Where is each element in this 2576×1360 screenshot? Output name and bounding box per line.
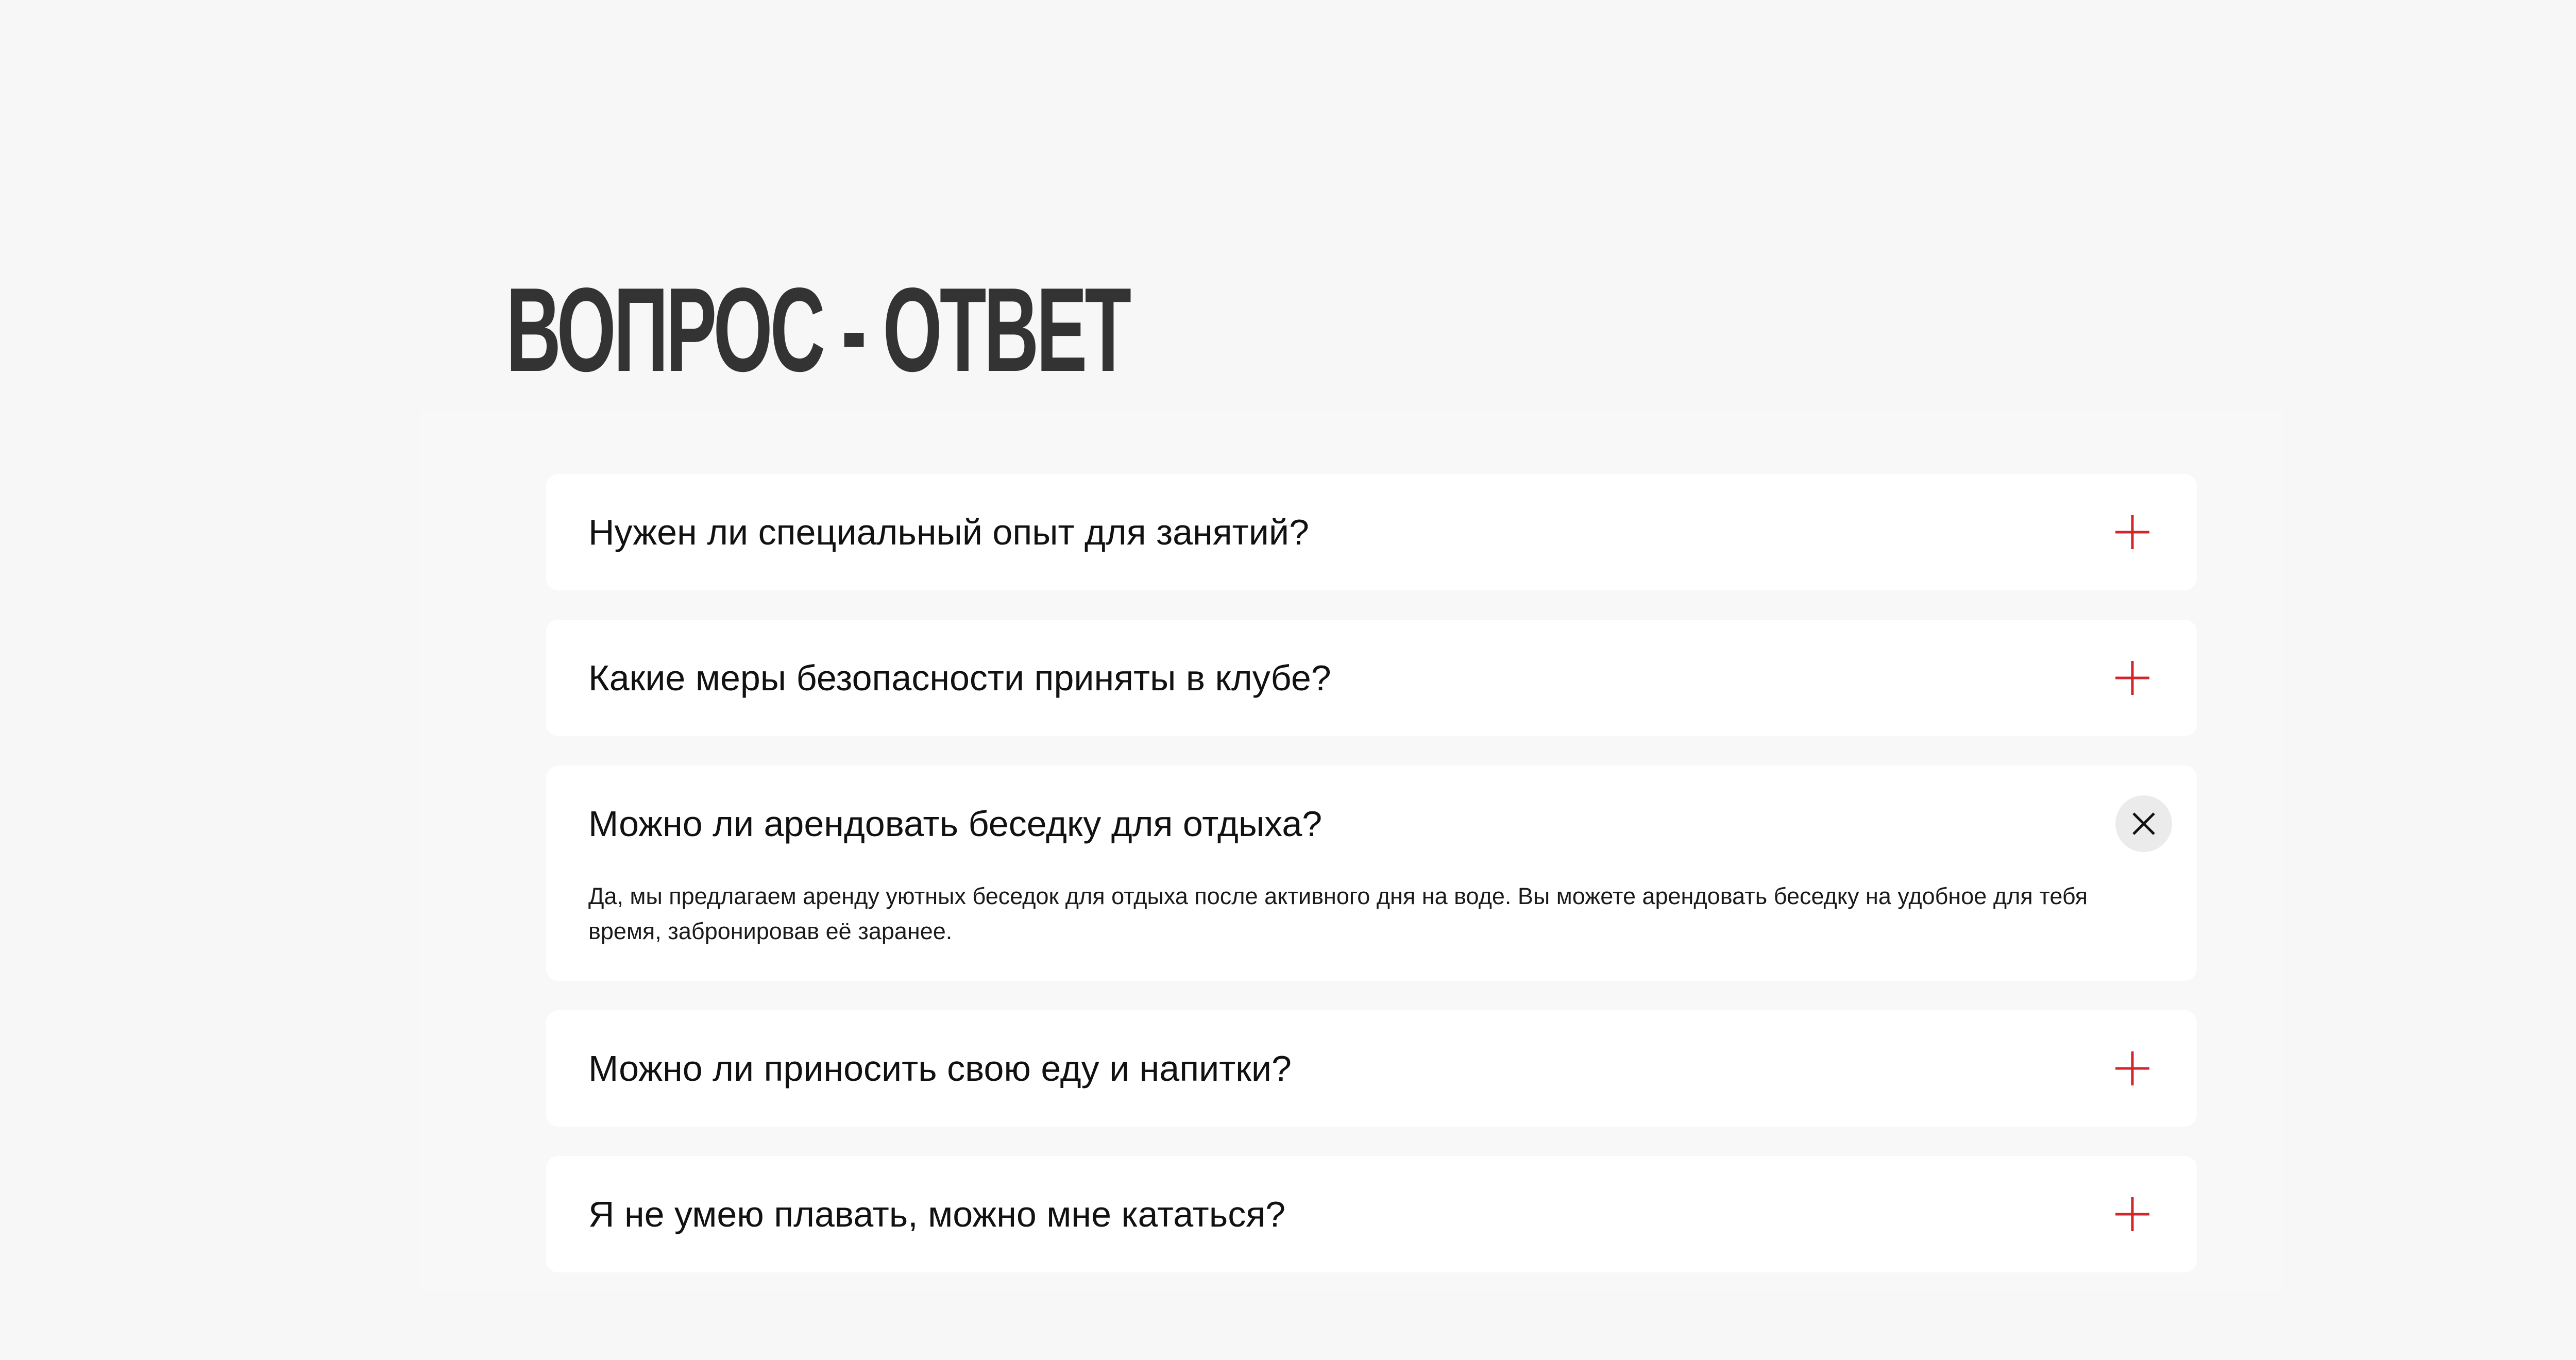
plus-icon[interactable] xyxy=(2104,650,2161,706)
faq-item[interactable]: Можно ли приносить свою еду и напитки? xyxy=(546,1010,2197,1127)
plus-icon[interactable] xyxy=(2104,1186,2161,1243)
plus-icon[interactable] xyxy=(2104,504,2161,560)
page-title: ВОПРОС - ОТВЕТ xyxy=(506,263,1131,397)
faq-question[interactable]: Какие меры безопасности приняты в клубе? xyxy=(588,620,1331,736)
plus-icon[interactable] xyxy=(2104,1040,2161,1097)
faq-header: ВОПРОС - ОТВЕТ xyxy=(420,214,2283,410)
faq-item[interactable]: Нужен ли специальный опыт для занятий? xyxy=(546,474,2197,590)
page-frame: ВОПРОС - ОТВЕТ Нужен ли специальный опыт… xyxy=(0,0,2576,1360)
faq-list: Нужен ли специальный опыт для занятий? К… xyxy=(546,474,2197,1302)
faq-question[interactable]: Я не умею плавать, можно мне кататься? xyxy=(588,1156,1285,1272)
faq-item-expanded[interactable]: Можно ли арендовать беседку для отдыха? … xyxy=(546,766,2197,981)
faq-answer: Да, мы предлагаем аренду уютных беседок … xyxy=(588,883,2088,944)
faq-question[interactable]: Можно ли арендовать беседку для отдыха? xyxy=(588,766,1322,882)
close-icon[interactable] xyxy=(2115,795,2172,852)
faq-question[interactable]: Можно ли приносить свою еду и напитки? xyxy=(588,1010,1292,1127)
faq-section: ВОПРОС - ОТВЕТ Нужен ли специальный опыт… xyxy=(420,214,2283,1290)
faq-question[interactable]: Нужен ли специальный опыт для занятий? xyxy=(588,474,1309,590)
faq-item[interactable]: Я не умею плавать, можно мне кататься? xyxy=(546,1156,2197,1272)
faq-item[interactable]: Какие меры безопасности приняты в клубе? xyxy=(546,620,2197,736)
